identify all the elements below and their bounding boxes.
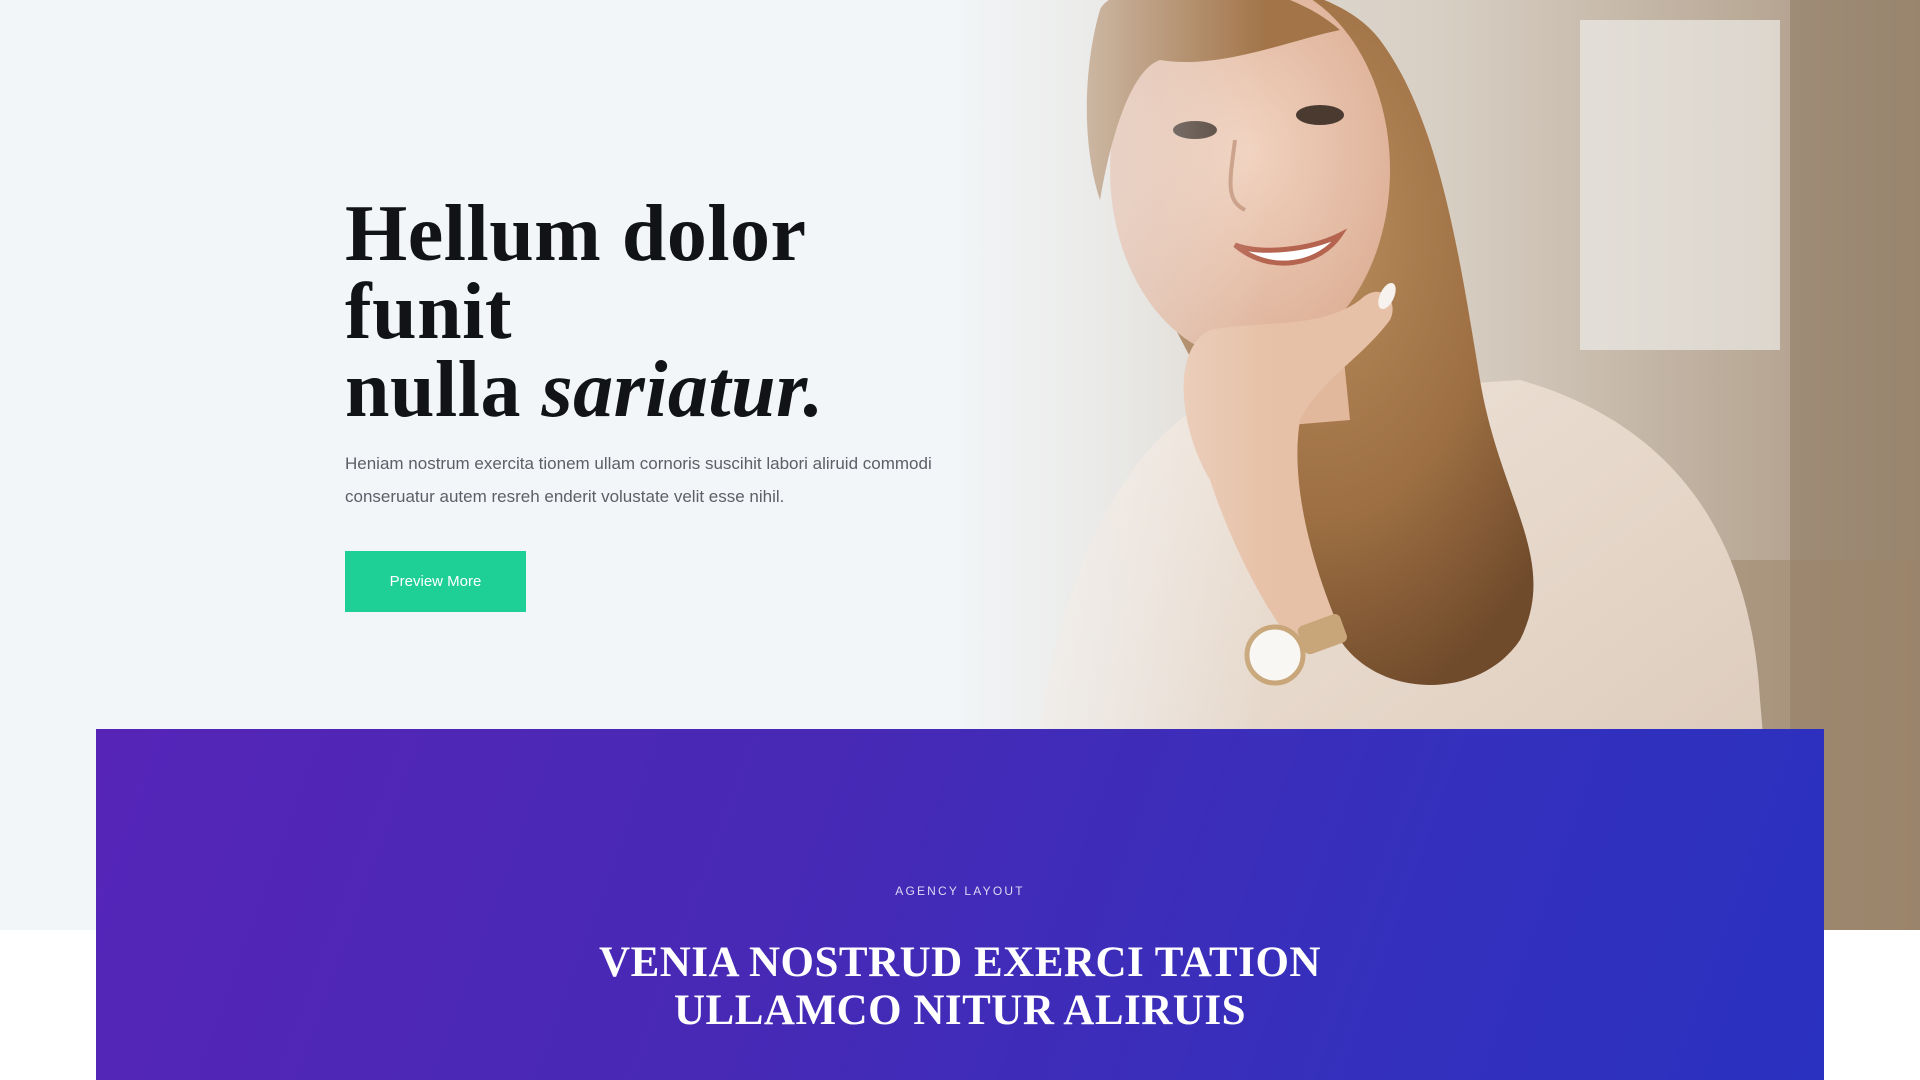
agency-band: AGENCY LAYOUT VENIA NOSTRUD EXERCI TATIO… [96, 729, 1824, 1080]
band-title-line2: ULLAMCO [674, 987, 914, 1034]
band-title-line1: VENIA NOSTRUD EXERCI TATION [599, 939, 1321, 986]
hero-title-line2: nulla [345, 346, 542, 434]
band-title-bold: NITUR ALIRUIS [913, 987, 1246, 1034]
hero-content: Hellum dolor funit nulla sariatur. Henia… [345, 194, 985, 612]
hero-title-italic: sariatur. [541, 346, 824, 434]
band-title: VENIA NOSTRUD EXERCI TATION ULLAMCO NITU… [96, 939, 1824, 1035]
hero-title-bold: Hellum [345, 190, 602, 278]
preview-more-button[interactable]: Preview More [345, 551, 526, 612]
hero-title: Hellum dolor funit nulla sariatur. [345, 194, 985, 430]
hero-description: Heniam nostrum exercita tionem ullam cor… [345, 454, 932, 506]
band-eyebrow: AGENCY LAYOUT [895, 884, 1025, 898]
